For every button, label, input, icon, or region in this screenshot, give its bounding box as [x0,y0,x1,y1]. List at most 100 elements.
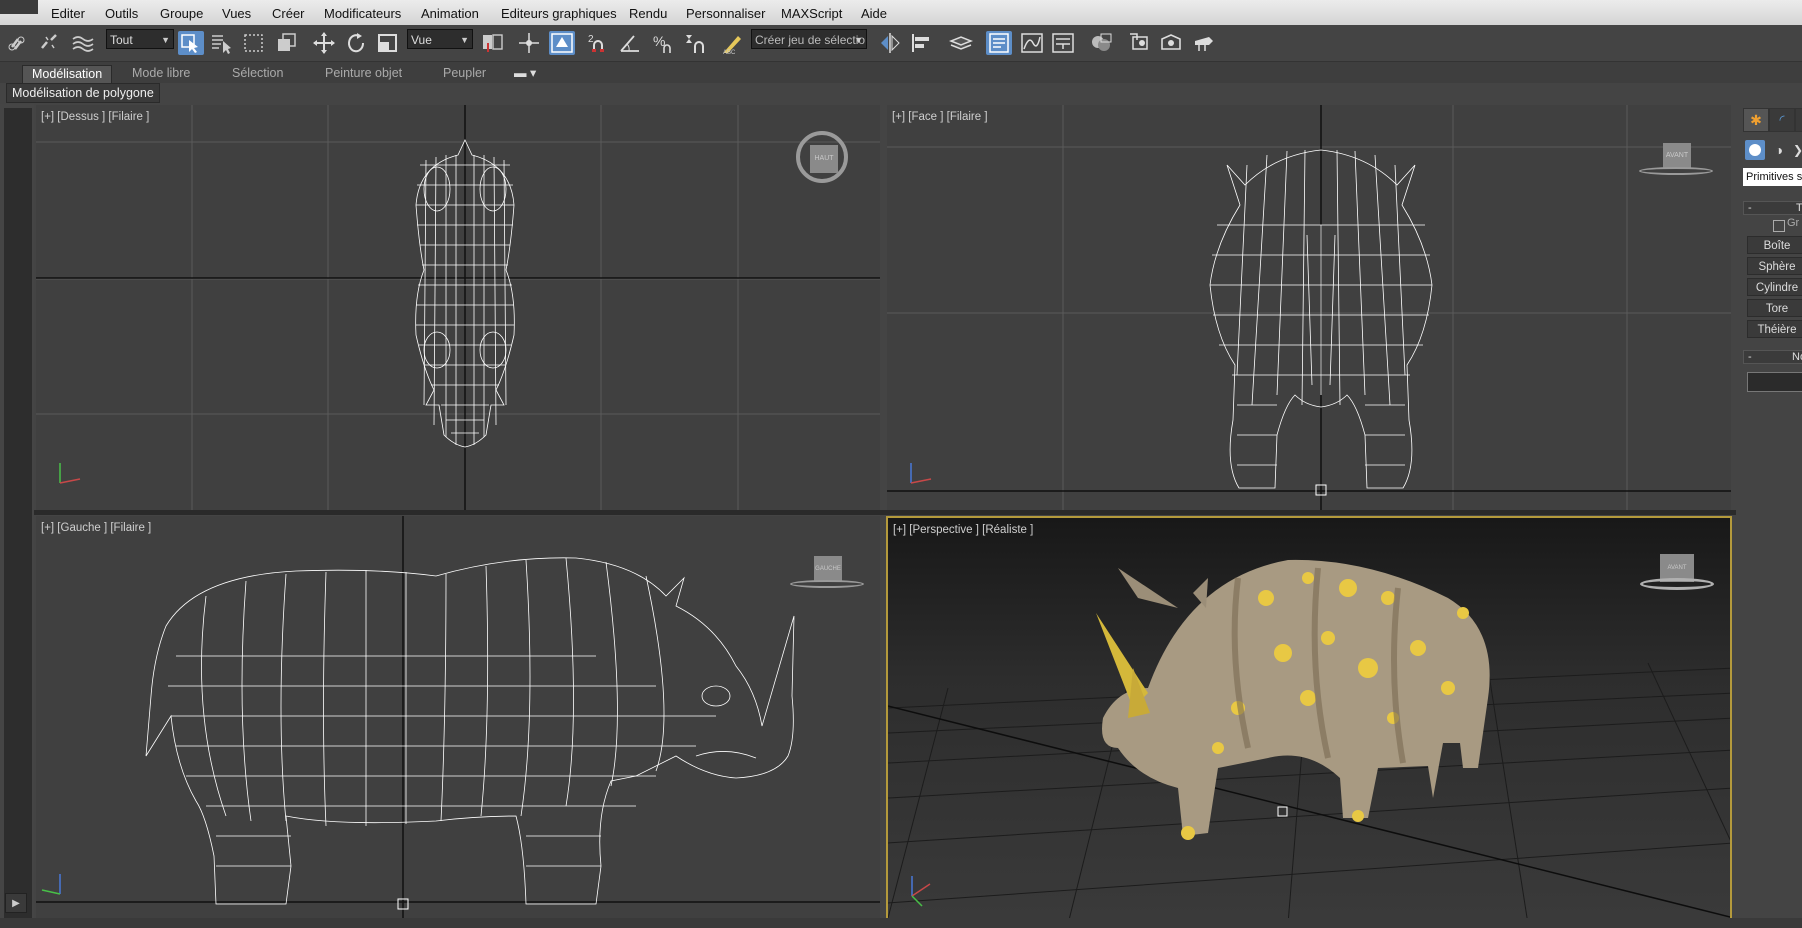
name-color-rollout[interactable]: -Nor [1743,350,1802,364]
modify-tab-icon[interactable]: ◜ [1769,108,1795,132]
viewport-splitter[interactable] [34,510,1736,515]
viewport-left-canvas [36,516,880,918]
bind-spacewarp-icon[interactable] [70,31,96,55]
viewcube-perspective[interactable]: AVANT [1638,554,1718,594]
shapes-icon[interactable]: ◑ [1769,140,1789,160]
cylinder-button[interactable]: Cylindre [1747,278,1802,296]
viewport-left-label[interactable]: [+] [Gauche ] [Filaire ] [41,522,151,534]
render-setup-icon[interactable] [1127,31,1153,55]
edit-named-selection-icon[interactable]: ABC [720,31,746,55]
mirror-icon[interactable] [877,31,903,55]
lights-icon[interactable]: ❯ [1793,140,1802,160]
viewcube-left[interactable]: GAUCHE [788,556,868,592]
viewport-top[interactable]: [+] [Dessus ] [Filaire ] HAUT [36,105,880,510]
tab-selection[interactable]: Sélection [232,65,283,82]
app-button[interactable] [0,0,38,14]
menu-creer[interactable]: Créer [272,6,305,21]
viewport-perspective-canvas [888,559,1730,920]
menu-rendu[interactable]: Rendu [629,6,667,21]
menu-modificateurs[interactable]: Modificateurs [324,6,401,21]
menu-maxscript[interactable]: MAXScript [781,6,842,21]
menu-editeurs-graphiques[interactable]: Editeurs graphiques [501,6,617,21]
unlink-icon[interactable] [37,31,63,55]
align-icon[interactable] [909,31,935,55]
ribbon-panel: Modélisation de polygone [0,83,1802,103]
pivot-gizmo[interactable] [1277,806,1288,817]
menu-outils[interactable]: Outils [105,6,138,21]
layer-manager-icon[interactable] [948,31,974,55]
play-arrow-icon[interactable]: ▶ [5,893,27,913]
menu-bar: Editer Outils Groupe Vues Créer Modifica… [0,0,1802,25]
viewcube-front[interactable]: AVANT [1637,143,1717,179]
viewcube-ring [790,580,864,588]
menu-animation[interactable]: Animation [421,6,479,21]
percent-snap-icon[interactable]: % [650,31,676,55]
rhino-wireframe-left [145,557,795,905]
viewcube-face: GAUCHE [814,556,842,582]
teapot-button[interactable]: Théière [1747,320,1802,338]
command-panel: ✱ ◜ ◑ ❯ Primitives st -Ty Gr Boîte Sphèr… [1737,104,1802,928]
rotate-icon[interactable] [343,31,369,55]
object-type-rollout[interactable]: -Ty [1743,201,1802,215]
material-editor-icon[interactable] [1088,31,1114,55]
select-by-name-icon[interactable] [209,31,235,55]
menu-groupe[interactable]: Groupe [160,6,203,21]
bottom-bar [0,918,1802,928]
object-name-input[interactable] [1747,372,1802,392]
viewport-top-label[interactable]: [+] [Dessus ] [Filaire ] [41,111,149,123]
reference-coord-dropdown[interactable]: Vue ▼ [407,29,473,49]
sphere-button[interactable]: Sphère [1747,257,1802,275]
category-dropdown[interactable]: Primitives st [1743,168,1802,186]
snaps-toggle-icon[interactable]: 2 [586,31,612,55]
scale-icon[interactable] [375,31,401,55]
link-icon[interactable] [6,31,32,55]
chevron-down-icon: ▼ [460,35,469,45]
scene-explorer-icon[interactable] [986,31,1012,55]
menu-personnaliser[interactable]: Personnaliser [686,6,766,21]
viewcube-face: AVANT [1663,143,1691,169]
tab-peupler[interactable]: Peupler [443,65,486,82]
axis-tripod [41,874,61,895]
curve-editor-icon[interactable] [1019,31,1045,55]
box-button[interactable]: Boîte [1747,236,1802,254]
autogrid-checkbox[interactable] [1773,220,1785,232]
torus-button[interactable]: Tore [1747,299,1802,317]
viewport-front-label[interactable]: [+] [Face ] [Filaire ] [892,111,988,123]
menu-aide[interactable]: Aide [861,6,887,21]
viewport-front[interactable]: [+] [Face ] [Filaire ] AVANT [887,105,1731,510]
spinner-snap-icon[interactable] [682,31,708,55]
left-dock-strip [0,104,34,928]
viewcube-top[interactable]: HAUT [792,127,856,191]
pivot-center-icon[interactable] [479,31,505,55]
schematic-view-icon[interactable] [1050,31,1076,55]
viewport-layout-tab[interactable] [4,108,32,926]
ribbon-options-icon[interactable]: ▬ ▾ [514,65,536,82]
viewport-top-canvas [36,105,880,510]
angle-snap-icon[interactable] [618,31,644,55]
rendered-frame-window-icon[interactable] [1158,31,1184,55]
tab-peinture-objet[interactable]: Peinture objet [325,65,402,82]
rect-selection-region-icon[interactable] [241,31,267,55]
named-selection-dropdown[interactable]: Créer jeu de sélectio ▼ [751,29,867,49]
axis-tripod [59,463,81,484]
tab-mode-libre[interactable]: Mode libre [132,65,190,82]
rhino-realistic [1096,559,1490,840]
move-icon[interactable] [311,31,337,55]
selection-filter-dropdown[interactable]: Tout ▼ [106,29,174,49]
window-crossing-icon[interactable] [273,31,299,55]
render-production-icon[interactable] [1191,31,1217,55]
geometry-icon[interactable] [1745,140,1765,160]
menu-vues[interactable]: Vues [222,6,251,21]
viewport-perspective[interactable]: [+] [Perspective ] [Réaliste ] AVANT [886,516,1732,922]
viewport-perspective-label[interactable]: [+] [Perspective ] [Réaliste ] [893,524,1033,536]
viewport-left[interactable]: [+] [Gauche ] [Filaire ] GAUCHE [36,516,880,918]
hierarchy-tab-icon[interactable] [1795,108,1802,132]
keyboard-shortcut-override-icon[interactable] [549,31,575,55]
select-and-manipulate-icon[interactable] [516,31,542,55]
create-tab-icon[interactable]: ✱ [1743,108,1769,132]
tab-modelisation[interactable]: Modélisation [22,65,113,83]
menu-editer[interactable]: Editer [51,6,85,21]
polygon-modeling-button[interactable]: Modélisation de polygone [6,83,160,103]
select-object-icon[interactable] [178,31,204,55]
svg-text:2: 2 [588,34,594,45]
